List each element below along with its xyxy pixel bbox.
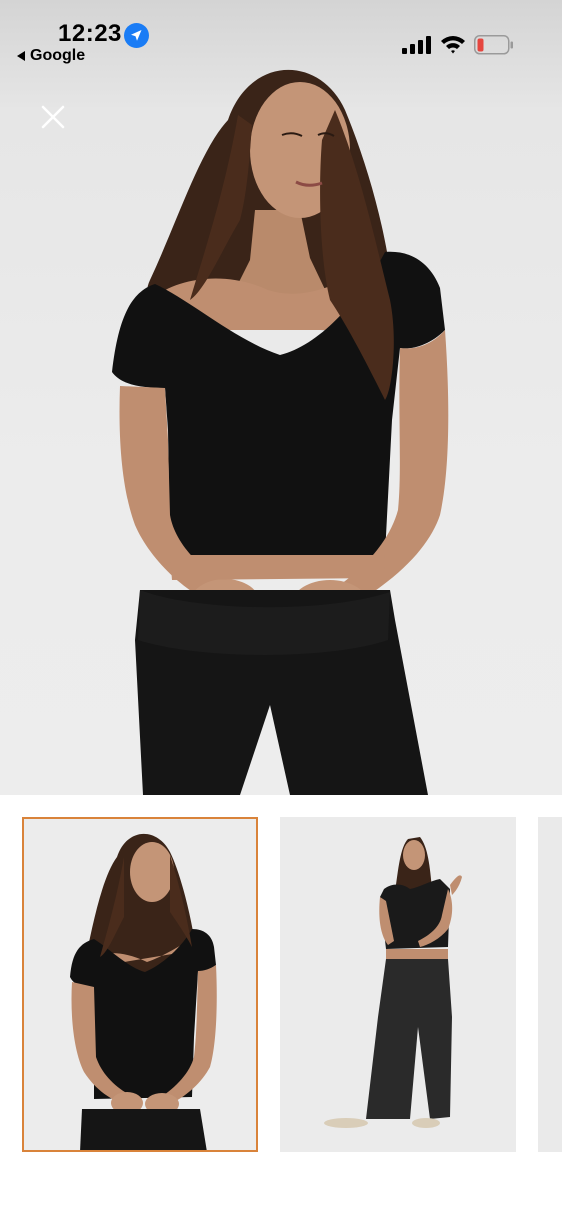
back-to-app-link[interactable]: Google [17,47,85,65]
close-icon [41,105,65,129]
thumbnail-2[interactable] [280,817,516,1152]
close-button[interactable] [36,100,70,134]
location-arrow-icon [124,23,149,48]
wifi-icon [441,36,465,54]
battery-low-icon [474,35,513,55]
thumbnail-selected[interactable] [22,817,258,1152]
status-bar: 12:23 Google [0,0,562,70]
thumbnail-carousel[interactable] [0,795,562,1221]
product-main-image[interactable]: 12:23 Google [0,0,562,795]
back-app-label: Google [30,47,86,64]
cellular-signal-icon [402,36,431,54]
model-photo [112,69,449,795]
thumbnail-image-full-length [280,817,516,1152]
thumbnail-3[interactable] [538,817,562,1152]
back-triangle-icon [17,51,25,61]
status-time: 12:23 [58,20,122,47]
thumbnail-image-front [22,817,258,1152]
